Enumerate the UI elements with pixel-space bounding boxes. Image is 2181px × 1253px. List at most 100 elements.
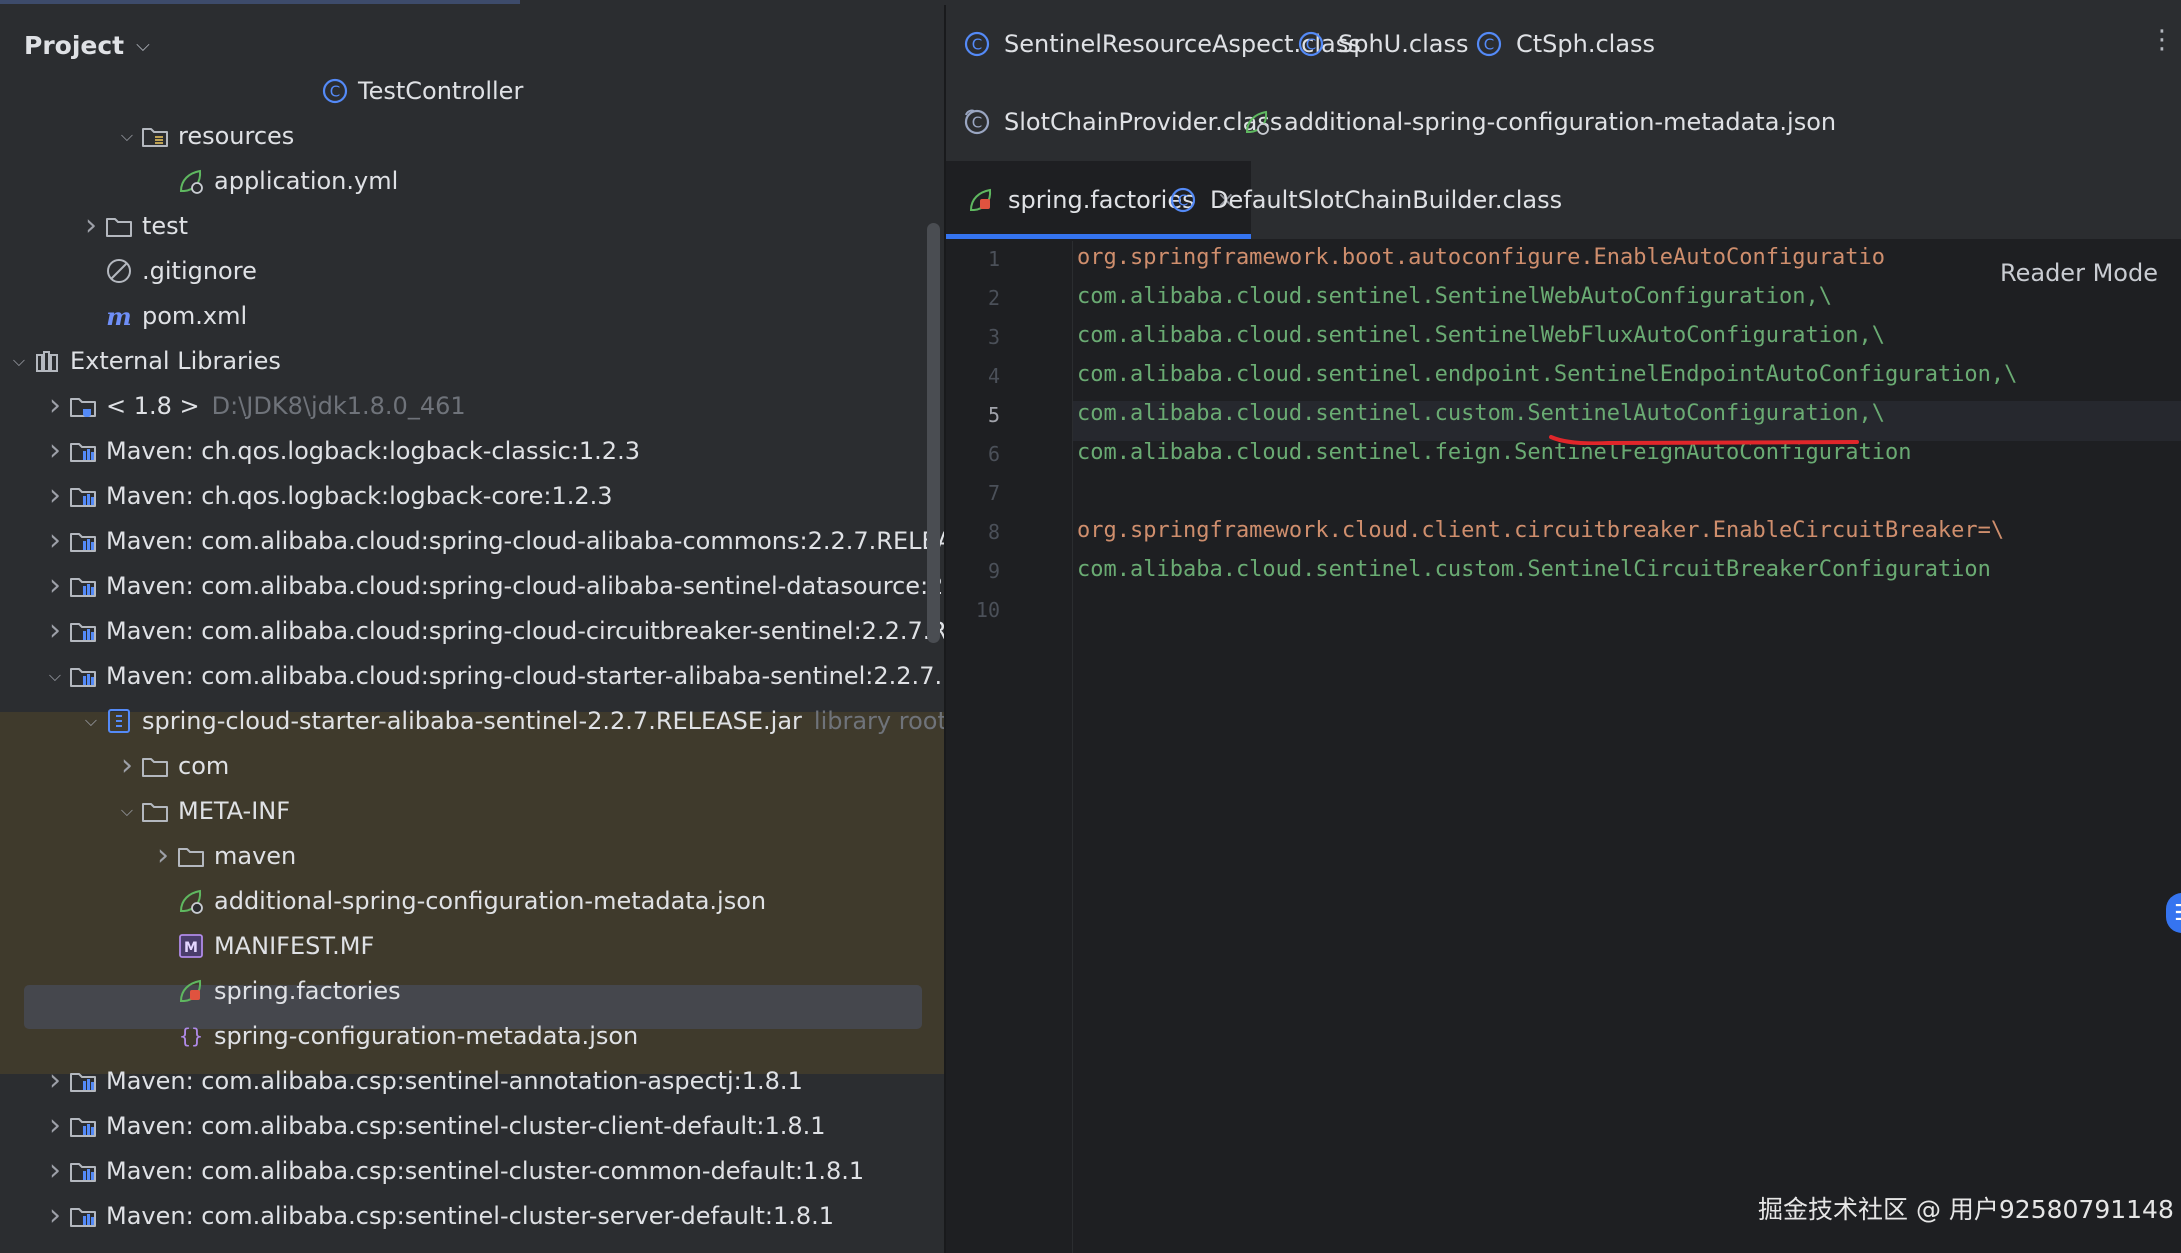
folder-icon <box>176 841 206 871</box>
tree-row[interactable]: › test <box>0 203 944 248</box>
reader-mode-button[interactable]: Reader Mode <box>1982 253 2176 293</box>
manifest-icon: M <box>176 931 206 961</box>
line-number: 6 <box>987 442 1000 466</box>
tab-label: additional-spring-configuration-metadata… <box>1284 108 1837 136</box>
tree-row[interactable]: ›spring.factories <box>0 968 944 1013</box>
line-number: 1 <box>987 247 1000 271</box>
library-icon <box>68 571 98 601</box>
tree-row[interactable]: ›application.yml <box>0 158 944 203</box>
tree-row[interactable]: › Maven: ch.qos.logback:logback-classic:1… <box>0 428 944 473</box>
chevron-right-icon[interactable]: › <box>42 433 68 468</box>
jdk-icon <box>68 391 98 421</box>
tree-row[interactable]: › maven <box>0 833 944 878</box>
chevron-right-icon[interactable]: › <box>150 838 176 873</box>
chevron-right-icon[interactable]: › <box>42 1198 68 1233</box>
chevron-right-icon[interactable]: › <box>42 478 68 513</box>
tab-row: C SlotChainProvider.class additional-sprin… <box>946 83 2181 162</box>
line-number: 7 <box>987 481 1000 505</box>
code-line[interactable]: com.alibaba.cloud.sentinel.endpoint.Sent… <box>1077 362 2017 387</box>
tab-label: spring.factories <box>1008 186 1195 214</box>
editor-tab[interactable]: C SlotChainProvider.class <box>962 83 1282 161</box>
editor-tab[interactable]: C CtSph.class <box>1474 5 1655 83</box>
tree-item-label: TestController <box>358 76 524 105</box>
jar-icon <box>104 706 134 736</box>
chevron-down-icon[interactable]: ⌵ <box>6 351 32 371</box>
code-line[interactable]: com.alibaba.cloud.sentinel.SentinelWebAu… <box>1077 284 1832 309</box>
chevron-right-icon[interactable]: › <box>42 1153 68 1188</box>
tree-item-label: Maven: ch.qos.logback:logback-classic:1.… <box>106 436 640 465</box>
chevron-down-icon[interactable]: ⌵ <box>78 711 104 731</box>
code-line[interactable]: org.springframework.boot.autoconfigure.E… <box>1077 245 1885 270</box>
tree-row[interactable]: ›additional-spring-configuration-metadat… <box>0 878 944 923</box>
code-line[interactable]: org.springframework.cloud.client.circuit… <box>1077 518 2004 543</box>
chevron-down-icon[interactable]: ⌵ <box>114 801 140 821</box>
library-icon <box>68 1111 98 1141</box>
chevron-down-icon[interactable]: ⌵ <box>42 666 68 686</box>
tree-row[interactable]: › Maven: com.alibaba.cloud:spring-cloud-c… <box>0 608 944 653</box>
tree-row[interactable]: ⌵ spring-cloud-starter-alibaba-sentinel-2… <box>0 698 944 743</box>
chevron-right-icon[interactable]: › <box>42 1108 68 1143</box>
tree-row[interactable]: ⌵ Maven: com.alibaba.cloud:spring-cloud-s… <box>0 653 944 698</box>
tree-item-label: resources <box>178 121 295 150</box>
tree-row[interactable]: › Maven: com.alibaba.csp:sentinel-cluster… <box>0 1193 944 1238</box>
svg-text:C: C <box>972 114 982 132</box>
tree-row[interactable]: ›MMANIFEST.MF <box>0 923 944 968</box>
interface-icon: C <box>962 107 992 137</box>
tree-row[interactable]: › Maven: com.alibaba.cloud:spring-cloud-a… <box>0 518 944 563</box>
tree-row[interactable]: › Maven: com.alibaba.cloud:spring-cloud-a… <box>0 563 944 608</box>
chevron-right-icon[interactable]: › <box>42 613 68 648</box>
chevron-right-icon[interactable]: › <box>42 568 68 603</box>
line-number: 5 <box>987 403 1000 427</box>
chevron-right-icon[interactable]: › <box>42 1063 68 1098</box>
editor-tab[interactable]: C SphU.class <box>1296 5 1468 83</box>
tree-row[interactable]: › < 1.8 > D:\JDK8\jdk1.8.0_461 <box>0 383 944 428</box>
line-number: 3 <box>987 325 1000 349</box>
tree-item-label: spring-configuration-metadata.json <box>214 1021 639 1050</box>
tree-row[interactable]: › Maven: com.alibaba.csp:sentinel-cluster… <box>0 1103 944 1148</box>
tab-row: C SentinelResourceAspect.class C SphU.class… <box>946 5 2181 84</box>
folder-icon <box>140 796 170 826</box>
spring-config-icon <box>176 886 206 916</box>
chevron-right-icon[interactable]: › <box>78 208 104 243</box>
code-line[interactable]: com.alibaba.cloud.sentinel.SentinelWebFl… <box>1077 323 1885 348</box>
tree-row[interactable]: ›.gitignore <box>0 248 944 293</box>
tree-row[interactable]: ›{}spring-configuration-metadata.json <box>0 1013 944 1058</box>
tree-row[interactable]: › Maven: ch.qos.logback:logback-core:1.2.… <box>0 473 944 518</box>
tree-item-label: External Libraries <box>70 346 281 375</box>
library-icon <box>68 526 98 556</box>
tree-row[interactable]: › Maven: com.alibaba.csp:sentinel-cluster… <box>0 1148 944 1193</box>
chevron-down-icon[interactable]: ⌵ <box>114 126 140 146</box>
tree-row[interactable]: ⌵ META-INF <box>0 788 944 833</box>
tree-row[interactable]: › com <box>0 743 944 788</box>
library-icon <box>68 1066 98 1096</box>
tree-row[interactable]: ⌵ External Libraries <box>0 338 944 383</box>
project-tree: ›CTestController⌵resources›application.y… <box>0 5 944 1253</box>
tree-item-label: application.yml <box>214 166 399 195</box>
tree-item-label: Maven: com.alibaba.csp:sentinel-cluster-… <box>106 1111 826 1140</box>
tree-row[interactable]: ⌵ resources <box>0 113 944 158</box>
project-scrollbar[interactable] <box>927 223 940 643</box>
maven-icon: m <box>104 301 134 331</box>
chevron-right-icon[interactable]: › <box>42 388 68 423</box>
tree-row[interactable]: › Maven: com.alibaba.csp:sentinel-annotat… <box>0 1058 944 1103</box>
class-icon: C <box>1474 29 1504 59</box>
spring-config-icon <box>1242 107 1272 137</box>
code-line[interactable]: com.alibaba.cloud.sentinel.custom.Sentin… <box>1077 401 1885 426</box>
code-line[interactable]: com.alibaba.cloud.sentinel.custom.Sentin… <box>1077 557 1991 582</box>
tab-row: spring.factories × C DefaultSlotChainBuilde… <box>946 161 2181 240</box>
more-tabs-icon[interactable]: ⋮ <box>2149 25 2175 55</box>
editor-tab[interactable]: additional-spring-configuration-metadata… <box>1242 83 1836 161</box>
tree-row[interactable]: ›mpom.xml <box>0 293 944 338</box>
chevron-right-icon[interactable]: › <box>114 748 140 783</box>
editor-tab[interactable]: C DefaultSlotChainBuilder.class <box>1168 161 1562 239</box>
line-number: 10 <box>975 598 1000 622</box>
tree-row[interactable]: ›CTestController <box>0 68 944 113</box>
red-underline-annotation <box>1549 435 1859 445</box>
ai-assistant-icon[interactable]: ☰ <box>2166 893 2181 933</box>
tree-item-label: Maven: com.alibaba.cloud:spring-cloud-st… <box>106 661 944 690</box>
project-tool-window: Project ⌵ ›CTestController⌵resources›app… <box>0 5 944 1253</box>
library-icon <box>68 616 98 646</box>
library-icon <box>68 481 98 511</box>
library-icon <box>68 1156 98 1186</box>
chevron-right-icon[interactable]: › <box>42 523 68 558</box>
